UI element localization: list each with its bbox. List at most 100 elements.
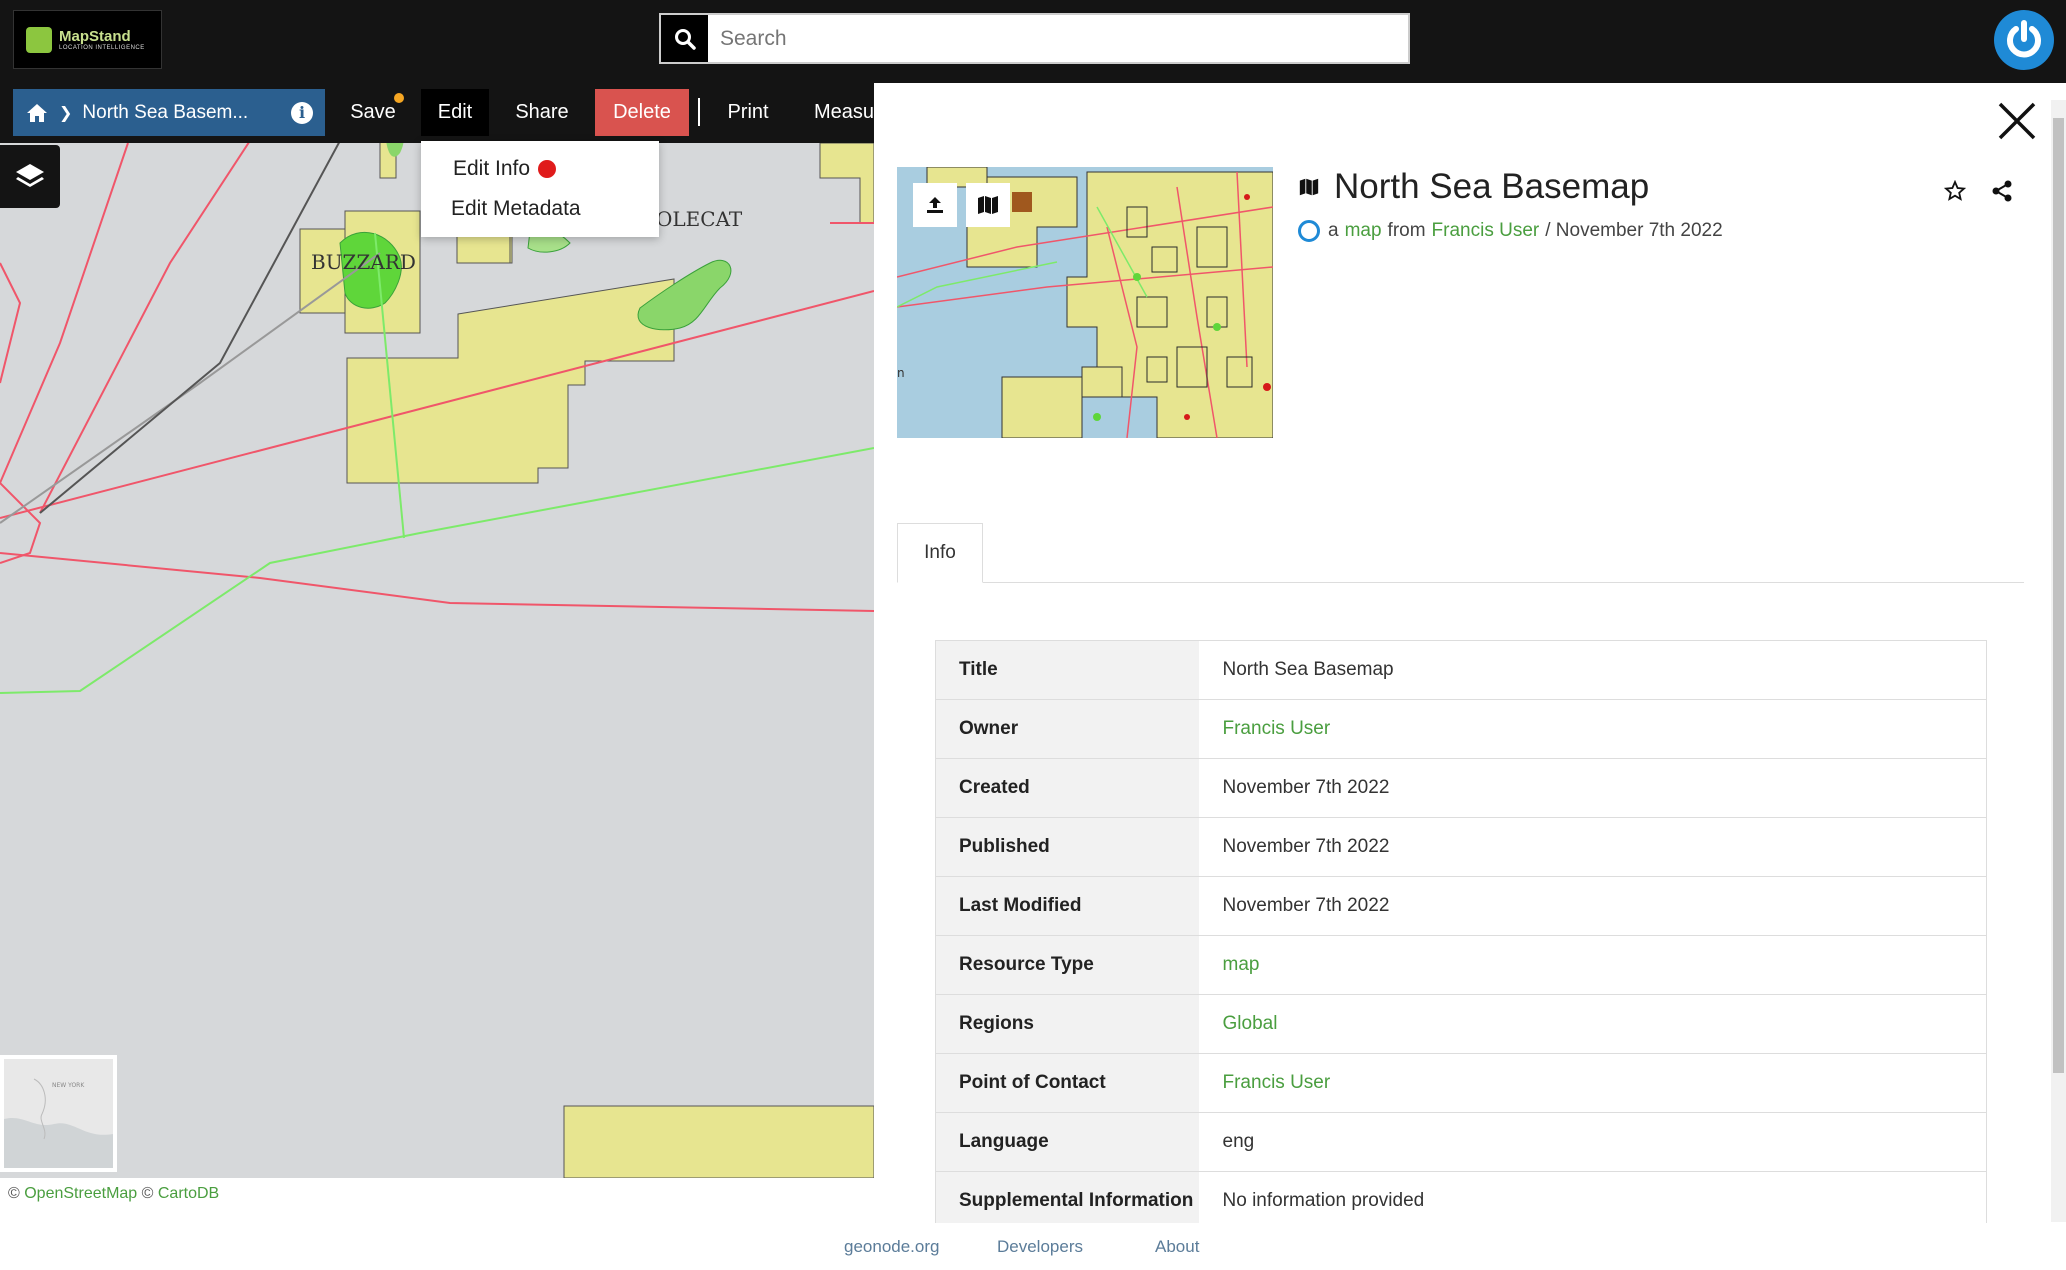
toolbar-divider: [698, 98, 700, 126]
map-viewport[interactable]: BUZZARD OLECAT: [0, 83, 874, 1178]
map-canvas: BUZZARD OLECAT: [0, 108, 874, 1178]
osm-attribution-link[interactable]: OpenStreetMap: [24, 1185, 137, 1202]
delete-label: Delete: [613, 101, 671, 123]
edit-dropdown-menu: Edit Info Edit Metadata: [421, 141, 659, 237]
logo-tagline: LOCATION INTELLIGENCE: [59, 45, 145, 51]
info-row: Created November 7th 2022: [935, 758, 1987, 818]
search-button[interactable]: [661, 15, 708, 62]
measure-button[interactable]: Measu: [806, 89, 874, 136]
edit-info-label: Edit Info: [453, 157, 531, 180]
edit-metadata-menu-item[interactable]: Edit Metadata: [421, 189, 659, 229]
info-row: Regions Global: [935, 994, 1987, 1054]
delete-button[interactable]: Delete: [595, 89, 689, 136]
info-row: Supplemental Information No information p…: [935, 1171, 1987, 1223]
print-button[interactable]: Print: [714, 89, 782, 136]
close-panel-button[interactable]: [1992, 96, 2042, 146]
favorite-button[interactable]: [1943, 179, 1967, 207]
user-menu-button[interactable]: [1994, 10, 2054, 70]
overview-minimap[interactable]: NEW YORK: [0, 1055, 117, 1172]
share-resource-button[interactable]: [1991, 180, 2013, 207]
edit-info-menu-item[interactable]: Edit Info: [421, 149, 659, 189]
svg-text:n: n: [897, 366, 905, 380]
footer-link-about[interactable]: About: [1155, 1237, 1199, 1257]
info-key: Regions: [935, 994, 1199, 1054]
map-type-icon: [1299, 178, 1319, 196]
map-attribution: © OpenStreetMap © CartoDB: [8, 1185, 220, 1202]
star-icon: [1943, 179, 1967, 201]
tabs-divider: [897, 582, 2024, 583]
chevron-right-icon: ❯: [59, 104, 73, 122]
edit-metadata-label: Edit Metadata: [451, 197, 581, 220]
info-icon[interactable]: i: [291, 101, 313, 124]
breadcrumb[interactable]: ❯ North Sea Basem... i: [13, 89, 325, 136]
info-value: No information provided: [1198, 1171, 1987, 1223]
layers-button[interactable]: [0, 145, 60, 208]
notification-dot: [538, 160, 557, 178]
logo-mark-icon: [26, 26, 52, 53]
info-value[interactable]: Global: [1198, 994, 1987, 1054]
info-row: Published November 7th 2022: [935, 817, 1987, 877]
map-icon: [978, 196, 998, 214]
info-value[interactable]: Francis User: [1198, 1053, 1987, 1113]
info-table-container: Title North Sea Basemap Owner Francis User C…: [935, 640, 1987, 1223]
owner-link[interactable]: Francis User: [1432, 220, 1540, 242]
measure-label: Measu: [814, 101, 874, 123]
resource-title: North Sea Basemap: [1298, 167, 1649, 207]
power-icon: [2007, 20, 2041, 58]
info-key: Resource Type: [935, 935, 1199, 995]
search-icon: [674, 28, 696, 50]
resource-title-text: North Sea Basemap: [1334, 167, 1650, 206]
map-label-olecat: OLECAT: [656, 207, 743, 231]
page-footer: geonode.org Developers About: [0, 1223, 2066, 1270]
mapstand-logo[interactable]: MapStand LOCATION INTELLIGENCE: [13, 10, 162, 69]
info-row: Resource Type map: [935, 935, 1987, 995]
info-key: Supplemental Information: [935, 1171, 1199, 1223]
carto-attribution-link[interactable]: CartoDB: [158, 1185, 219, 1202]
info-row: Point of Contact Francis User: [935, 1053, 1987, 1113]
info-value: North Sea Basemap: [1198, 640, 1987, 700]
share-icon: [1992, 180, 2012, 202]
info-key: Published: [935, 817, 1199, 877]
share-button[interactable]: Share: [506, 89, 578, 136]
owner-avatar-icon: [1298, 220, 1320, 242]
info-value: November 7th 2022: [1198, 817, 1987, 877]
share-label: Share: [515, 101, 569, 123]
edit-label: Edit: [437, 101, 473, 123]
info-key: Owner: [935, 699, 1199, 759]
layers-icon: [16, 163, 44, 187]
close-icon: [1998, 102, 2036, 140]
panel-scrollbar-thumb[interactable]: [2053, 118, 2064, 1073]
resource-subtitle: a map from Francis User / November 7th 2…: [1298, 220, 1723, 242]
map-label-buzzard: BUZZARD: [311, 250, 416, 274]
info-value[interactable]: map: [1198, 935, 1987, 995]
print-label: Print: [727, 101, 769, 123]
footer-link-geonode[interactable]: geonode.org: [844, 1237, 939, 1257]
info-value: November 7th 2022: [1198, 876, 1987, 936]
minimap-label: NEW YORK: [52, 1082, 85, 1089]
info-value: eng: [1198, 1112, 1987, 1172]
info-value[interactable]: Francis User: [1198, 699, 1987, 759]
home-icon[interactable]: [25, 102, 49, 124]
info-table: Title North Sea Basemap Owner Francis User C…: [935, 640, 1987, 1223]
upload-thumbnail-button[interactable]: [913, 183, 957, 227]
resource-date: / November 7th 2022: [1545, 220, 1723, 241]
subtitle-prefix: a: [1328, 220, 1339, 241]
breadcrumb-title[interactable]: North Sea Basem...: [82, 102, 248, 124]
subtitle-from: from: [1387, 220, 1426, 241]
map-thumbnail-button[interactable]: [966, 183, 1010, 227]
footer-link-developers[interactable]: Developers: [997, 1237, 1083, 1257]
search-input[interactable]: [708, 15, 1408, 62]
save-label: Save: [350, 101, 396, 123]
save-button[interactable]: Save: [340, 89, 406, 136]
info-key: Language: [935, 1112, 1199, 1172]
info-key: Title: [935, 640, 1199, 700]
info-key: Point of Contact: [935, 1053, 1199, 1113]
info-row: Owner Francis User: [935, 699, 1987, 759]
info-key: Created: [935, 758, 1199, 818]
tab-info-label: Info: [924, 542, 956, 563]
search-bar: [659, 13, 1410, 64]
logo-name: MapStand: [59, 28, 131, 45]
resource-type-link[interactable]: map: [1345, 220, 1382, 242]
tab-info[interactable]: Info: [897, 523, 983, 583]
edit-button[interactable]: Edit: [421, 89, 489, 136]
